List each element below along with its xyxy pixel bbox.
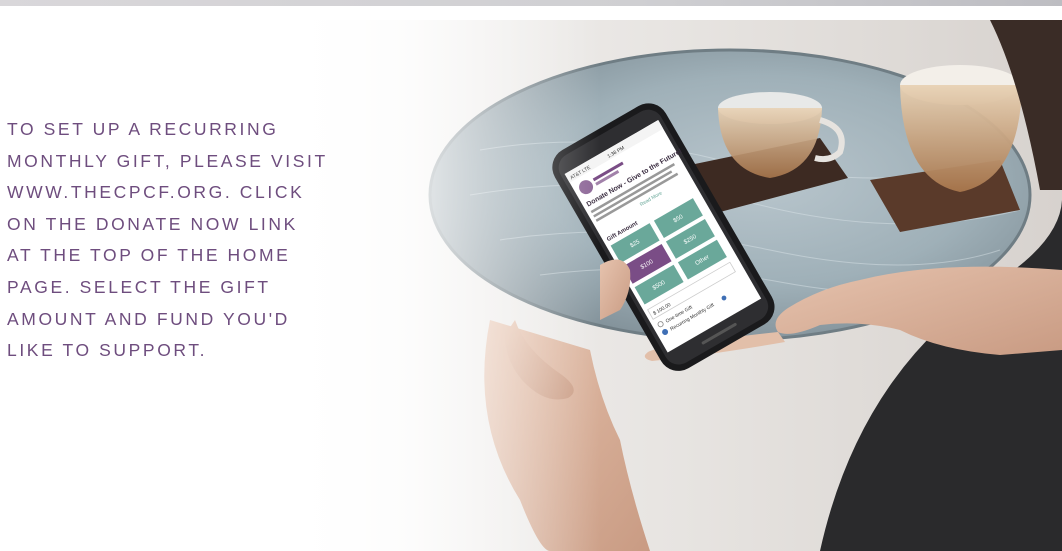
instructions-line: TO SET UP A RECURRING	[7, 119, 279, 139]
instructions-line: PAGE. SELECT THE GIFT	[7, 276, 271, 297]
instructions-line: WWW.THECPCF.ORG. CLICK	[7, 182, 305, 203]
instructions-line: AT THE TOP OF THE HOME	[7, 245, 291, 266]
instructions-text: TO SET UP A RECURRING MONTHLY GIFT, PLEA…	[7, 114, 377, 367]
top-border	[0, 0, 1062, 6]
phone-photo: AT&T LTE 1:38 PM Donate Now - Give to th…	[300, 20, 1062, 551]
instructions-line: ON THE DONATE NOW LINK	[7, 213, 298, 234]
instructions-line: AMOUNT AND FUND YOU'D	[7, 308, 290, 329]
promo-banner: AT&T LTE 1:38 PM Donate Now - Give to th…	[0, 0, 1062, 551]
instructions-line: LIKE TO SUPPORT.	[7, 340, 208, 361]
instructions-line: MONTHLY GIFT, PLEASE VISIT	[7, 150, 328, 171]
